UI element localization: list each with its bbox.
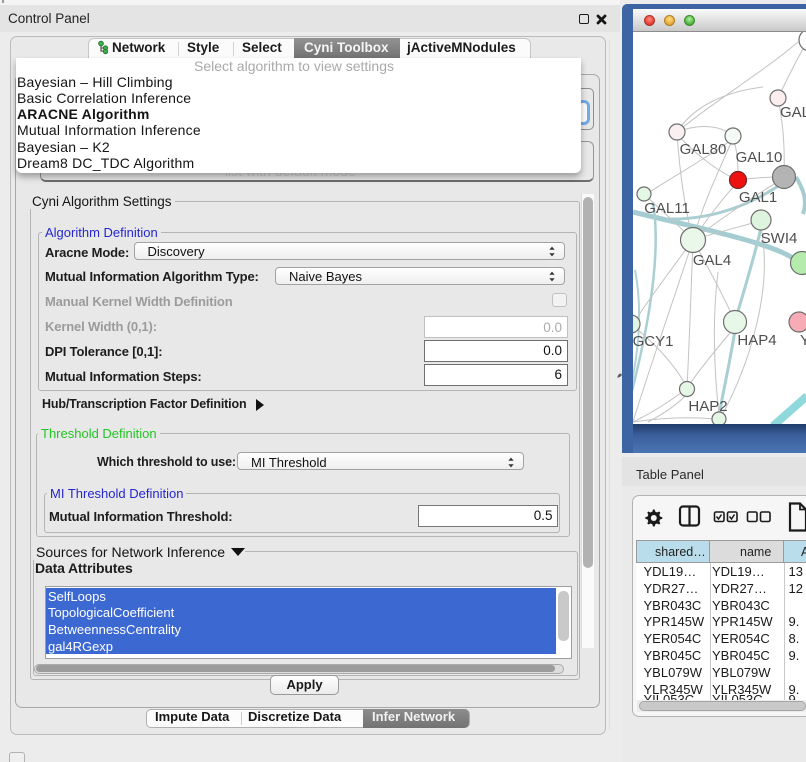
svg-text:GAL11: GAL11 [644, 200, 690, 217]
svg-text:GAL4: GAL4 [693, 252, 731, 269]
svg-text:SWI4: SWI4 [761, 230, 798, 247]
svg-text:HAP2: HAP2 [688, 398, 727, 415]
svg-text:HAP4: HAP4 [737, 332, 776, 349]
svg-text:GAL2: GAL2 [780, 104, 806, 121]
svg-text:YM: YM [800, 332, 806, 349]
svg-text:GAL1: GAL1 [739, 189, 777, 206]
svg-text:GCY1: GCY1 [633, 333, 673, 350]
svg-text:GAL80: GAL80 [680, 141, 727, 158]
svg-text:GAL10: GAL10 [736, 149, 783, 166]
